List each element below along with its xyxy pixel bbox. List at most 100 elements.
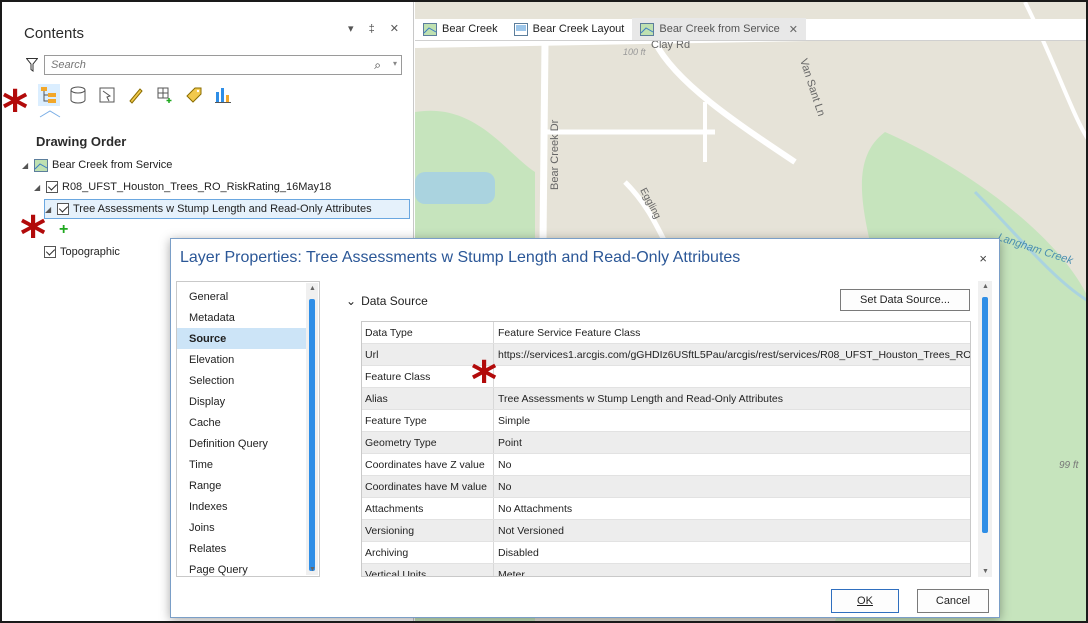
list-by-charts-icon [215,88,231,103]
row-key: Coordinates have Z value [362,454,494,475]
annotation-asterisk: * [20,206,47,264]
expand-caret-icon[interactable]: ◢ [22,161,30,170]
table-scrollbar[interactable]: ▲ ▼ [978,281,992,577]
table-row: Coordinates have Z value No [362,454,970,476]
table-row: Geometry Type Point [362,432,970,454]
plus-symbol-icon: + [59,221,69,238]
row-value: Not Versioned [498,524,564,537]
tab-label: Bear Creek [442,23,498,35]
nav-item-cache[interactable]: Cache [177,412,307,433]
search-input[interactable] [45,56,345,74]
nav-item-selection[interactable]: Selection [177,370,307,391]
expand-caret-icon[interactable]: ◢ [34,183,42,192]
row-key: Coordinates have M value [362,476,494,497]
list-by-editing-button[interactable] [125,84,147,106]
tree-item-basemap[interactable]: Topographic [44,242,120,262]
visibility-checkbox[interactable] [44,246,56,258]
nav-item-display[interactable]: Display [177,391,307,412]
row-key: Data Type [362,322,494,343]
active-tool-indicator [39,110,61,118]
row-value [494,366,970,387]
chevron-down-icon[interactable]: ⌄ [346,294,356,308]
map-icon [34,158,48,172]
tab-bear-creek[interactable]: Bear Creek [415,18,506,40]
list-by-snapping-button[interactable] [154,84,176,106]
row-value: No [498,458,512,471]
chevron-down-icon[interactable]: ▾ [393,59,397,68]
app-window: 100 ft Clay Rd Van Sant Ln Bear Creek Dr… [0,0,1088,623]
annotation-asterisk: * [2,80,29,138]
table-scroll-thumb[interactable] [982,297,988,533]
pane-window-controls[interactable]: ▾ ‡ ✕ [348,22,405,35]
row-key: Feature Type [362,410,494,431]
search-icon[interactable]: ⌕ [374,58,381,73]
list-by-labeling-button[interactable] [183,84,205,106]
nav-scroll-thumb[interactable] [309,299,315,571]
row-value: Meter [498,568,525,577]
nav-item-indexes[interactable]: Indexes [177,496,307,517]
row-value: Simple [498,414,531,427]
row-key: Archiving [362,542,494,563]
data-source-section-header[interactable]: ⌄ Data Source [346,294,428,308]
tab-close-icon[interactable]: ✕ [789,23,798,36]
row-value: Feature Service Feature Class [498,326,641,339]
scroll-up-icon[interactable]: ▲ [982,283,989,290]
nav-item-source[interactable]: Source [177,328,307,349]
filter-icon[interactable] [26,58,38,72]
row-value: No [498,480,512,493]
nav-item-page-query[interactable]: Page Query [177,559,307,580]
list-by-data-source-icon [70,86,86,104]
map-label-100ft: 100 ft [623,47,646,57]
nav-item-joins[interactable]: Joins [177,517,307,538]
map-icon [640,22,655,36]
table-row: Alias Tree Assessments w Stump Length an… [362,388,970,410]
set-data-source-button[interactable]: Set Data Source... [840,289,970,311]
nav-item-general[interactable]: General [177,286,307,307]
list-by-selection-button[interactable] [96,84,118,106]
ok-label: OK [857,595,873,607]
section-title: Data Source [361,294,428,308]
row-key: Versioning [362,520,494,541]
expand-caret-icon[interactable]: ◢ [45,205,53,214]
nav-item-definition-query[interactable]: Definition Query [177,433,307,454]
tree-item-label: R08_UFST_Houston_Trees_RO_RiskRating_16M… [62,181,332,193]
nav-item-relates[interactable]: Relates [177,538,307,559]
scroll-up-icon[interactable]: ▲ [309,285,316,292]
row-value: Disabled [498,546,539,559]
nav-scrollbar[interactable]: ▲ ▼ [306,283,318,575]
visibility-checkbox[interactable] [46,181,58,193]
tab-bear-creek-from-service[interactable]: Bear Creek from Service ✕ [632,18,807,40]
list-by-charts-button[interactable] [212,84,234,106]
tree-item-label: Tree Assessments w Stump Length and Read… [73,203,372,215]
close-icon[interactable]: × [979,251,987,266]
tree-item-map[interactable]: ◢ Bear Creek from Service [22,155,172,175]
tree-item-group-layer[interactable]: ◢ R08_UFST_Houston_Trees_RO_RiskRating_1… [34,177,331,197]
map-icon [423,22,437,36]
nav-item-time[interactable]: Time [177,454,307,475]
layout-icon [513,22,528,36]
list-by-editing-icon [129,88,143,104]
list-by-data-source-button[interactable] [67,84,89,106]
ok-button[interactable]: OK [831,589,899,613]
table-row: Data Type Feature Service Feature Class [362,322,970,344]
list-by-drawing-order-button[interactable] [38,84,60,106]
map-tab-strip: Bear Creek Bear Creek Layout Bear Creek … [415,18,1086,41]
nav-item-metadata[interactable]: Metadata [177,307,307,328]
row-value: https://services1.arcgis.com/gGHDIz6USft… [498,348,971,361]
nav-item-range[interactable]: Range [177,475,307,496]
scroll-down-icon[interactable]: ▼ [982,568,989,575]
layer-properties-dialog: Layer Properties: Tree Assessments w Stu… [170,238,1000,618]
search-box[interactable]: ⌕ ▾ [44,55,402,75]
tab-bear-creek-layout[interactable]: Bear Creek Layout [506,18,633,40]
tree-item-feature-layer[interactable]: ◢ Tree Assessments w Stump Length and Re… [44,199,410,219]
annotation-asterisk: * [471,351,498,409]
cancel-button[interactable]: Cancel [917,589,989,613]
row-key: Attachments [362,498,494,519]
nav-item-elevation[interactable]: Elevation [177,349,307,370]
visibility-checkbox[interactable] [57,203,69,215]
table-row: Url https://services1.arcgis.com/gGHDIz6… [362,344,971,366]
tab-label: Bear Creek Layout [532,23,625,35]
scroll-down-icon[interactable]: ▼ [309,566,316,573]
row-value: No Attachments [498,502,573,515]
contents-toolbar [38,82,234,108]
